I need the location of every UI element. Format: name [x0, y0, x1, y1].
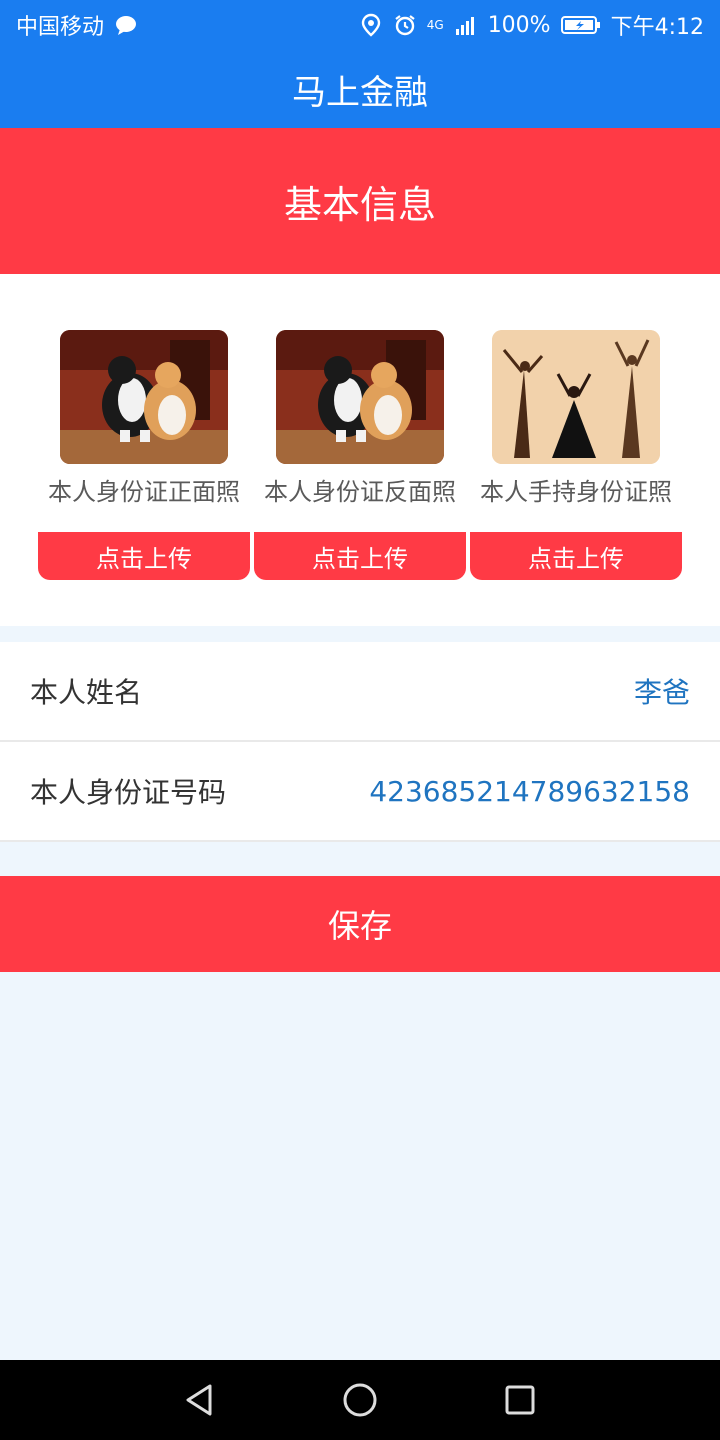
- status-right: 4G 100% 下午4:12: [359, 9, 704, 41]
- id-handheld-thumbnail[interactable]: [492, 330, 660, 464]
- name-row[interactable]: 本人姓名 李爸: [0, 642, 720, 742]
- upload-button-id-front[interactable]: 点击上传: [38, 532, 250, 580]
- name-label: 本人姓名: [30, 676, 143, 709]
- upload-card-id-front: 本人身份证正面照 点击上传: [38, 274, 250, 626]
- clock: 下午4:12: [610, 15, 704, 40]
- cat-photo-icon: [60, 330, 228, 464]
- id-number-label: 本人身份证号码: [30, 776, 227, 809]
- system-nav-bar: [0, 1360, 720, 1440]
- message-icon: [114, 13, 138, 37]
- upload-label: 本人身份证正面照: [48, 478, 240, 506]
- battery-icon: [560, 13, 601, 37]
- upload-button-id-handheld[interactable]: 点击上传: [470, 532, 682, 580]
- id-back-thumbnail[interactable]: [276, 330, 444, 464]
- dancers-illustration-icon: [492, 330, 660, 464]
- battery-percent: 100%: [487, 12, 551, 38]
- save-button[interactable]: 保存: [0, 876, 720, 972]
- back-icon[interactable]: [180, 1380, 220, 1420]
- id-number-value[interactable]: 423685214789632158: [369, 775, 690, 808]
- app-bar: 马上金融: [0, 50, 720, 128]
- recents-icon[interactable]: [500, 1380, 540, 1420]
- id-number-row[interactable]: 本人身份证号码 423685214789632158: [0, 742, 720, 842]
- home-icon[interactable]: [340, 1380, 380, 1420]
- id-front-thumbnail[interactable]: [60, 330, 228, 464]
- info-form: 本人姓名 李爸 本人身份证号码 423685214789632158: [0, 642, 720, 842]
- status-left: 中国移动: [16, 9, 138, 41]
- location-icon: [359, 13, 383, 37]
- app-title: 马上金融: [292, 72, 428, 113]
- signal-icon: [454, 13, 478, 37]
- status-bar: 中国移动 4G 100% 下午4:12: [0, 0, 720, 50]
- name-value[interactable]: 李爸: [634, 671, 690, 711]
- alarm-icon: [393, 13, 417, 37]
- network-type: 4G: [426, 18, 444, 32]
- upload-button-id-back[interactable]: 点击上传: [254, 532, 466, 580]
- carrier-name: 中国移动: [16, 15, 105, 40]
- section-header: 基本信息: [0, 128, 720, 274]
- upload-panel: 本人身份证正面照 点击上传 本人身份证反面照 点击上传 本人手持身份证照 点击上…: [0, 274, 720, 626]
- upload-card-id-back: 本人身份证反面照 点击上传: [254, 274, 466, 626]
- section-title: 基本信息: [283, 182, 436, 227]
- upload-card-id-handheld: 本人手持身份证照 点击上传: [470, 274, 682, 626]
- cat-photo-icon: [276, 330, 444, 464]
- upload-label: 本人手持身份证照: [480, 478, 672, 506]
- upload-label: 本人身份证反面照: [264, 478, 456, 506]
